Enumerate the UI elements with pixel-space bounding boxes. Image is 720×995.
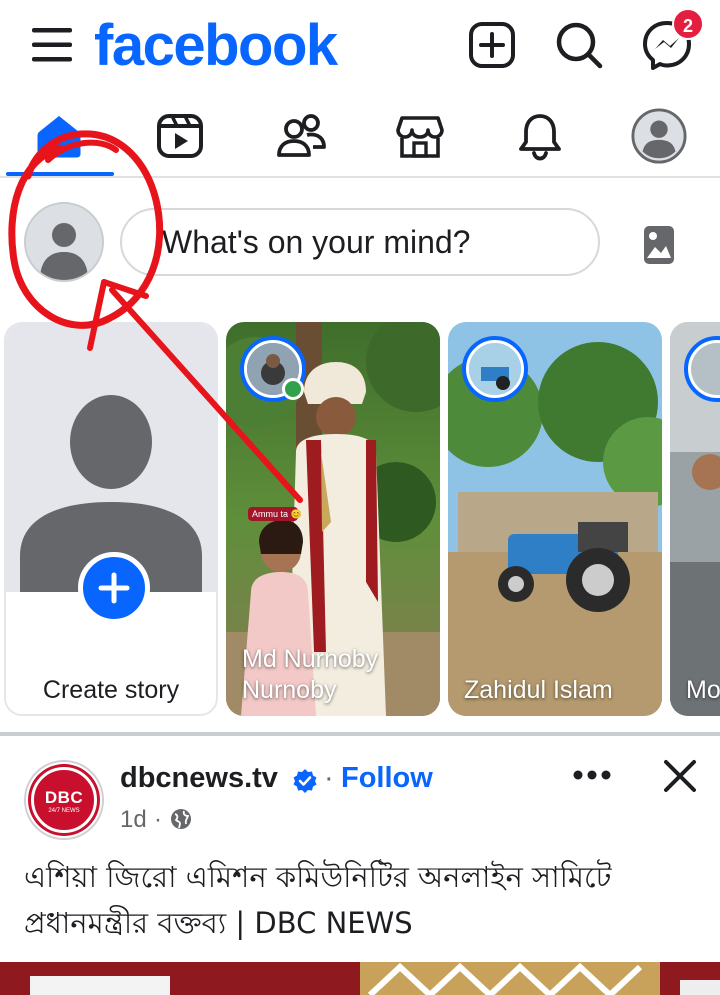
page-name-link[interactable]: dbcnews.tv [120, 762, 278, 795]
create-button[interactable] [465, 18, 519, 72]
photo-button[interactable] [636, 222, 682, 268]
story-card[interactable]: Zahidul Islam [448, 322, 662, 716]
tab-profile[interactable] [604, 96, 714, 176]
default-avatar-icon [40, 223, 88, 280]
story-author-name: Mo Alo [686, 676, 720, 704]
post-media-image[interactable] [0, 962, 720, 995]
time-separator: · [154, 806, 162, 833]
search-icon [556, 22, 603, 69]
story-avatar [462, 336, 528, 402]
plus-square-icon [469, 22, 515, 68]
add-story-button[interactable] [78, 552, 150, 624]
photo-icon [644, 226, 674, 264]
video-icon [157, 114, 203, 158]
dbc-logo: DBC 24/7 NEWS [31, 767, 97, 833]
tab-marketplace[interactable] [365, 96, 475, 176]
tab-home[interactable] [4, 96, 114, 176]
create-story-card[interactable]: Create story [4, 322, 218, 716]
story-card[interactable]: Mo Alo [670, 322, 720, 716]
globe-icon [170, 808, 192, 830]
online-indicator [282, 378, 304, 400]
top-header: facebook 2 [0, 0, 720, 92]
post-timestamp[interactable]: 1d [120, 806, 147, 834]
story-author-name: Md Nurnoby Nurnoby [242, 645, 379, 704]
tab-video[interactable] [125, 96, 235, 176]
home-icon [37, 116, 81, 158]
post-text: এশিয়া জিরো এমিশন কমিউনিটির অনলাইন সামিট… [24, 860, 612, 940]
tab-friends[interactable] [246, 96, 356, 176]
stories-tray: Create story Ammu ta 😊 Md Nurnoby Nurnob… [0, 320, 720, 720]
profile-icon [631, 108, 687, 164]
tab-bar [0, 96, 720, 178]
story-card[interactable]: Ammu ta 😊 Md Nurnoby Nurnoby [226, 322, 440, 716]
facebook-logo: facebook [94, 13, 338, 78]
story-sticker: Ammu ta 😊 [252, 509, 302, 519]
follow-button[interactable]: Follow [341, 762, 433, 795]
active-tab-indicator [6, 172, 114, 176]
page-avatar[interactable]: DBC 24/7 NEWS [24, 760, 104, 840]
whats-on-your-mind-input[interactable]: What's on your mind? [120, 208, 600, 276]
tab-notifications[interactable] [485, 96, 595, 176]
story-author-name: Zahidul Islam [464, 676, 613, 704]
bell-icon [519, 114, 561, 161]
verified-badge-icon [292, 768, 318, 794]
marketplace-icon [396, 116, 444, 158]
my-avatar[interactable] [24, 202, 104, 282]
hamburger-icon[interactable] [26, 22, 78, 68]
feed-post: DBC 24/7 NEWS dbcnews.tv · Follow 1d · এ [0, 736, 720, 995]
search-button[interactable] [552, 18, 606, 72]
more-options-icon[interactable] [568, 760, 616, 790]
plus-icon [98, 572, 130, 604]
close-icon[interactable] [658, 754, 702, 798]
create-story-label: Create story [42, 676, 180, 704]
post-composer: What's on your mind? [0, 180, 720, 310]
friends-icon [277, 114, 326, 157]
name-separator: · [324, 762, 334, 794]
messenger-badge: 2 [672, 8, 704, 40]
